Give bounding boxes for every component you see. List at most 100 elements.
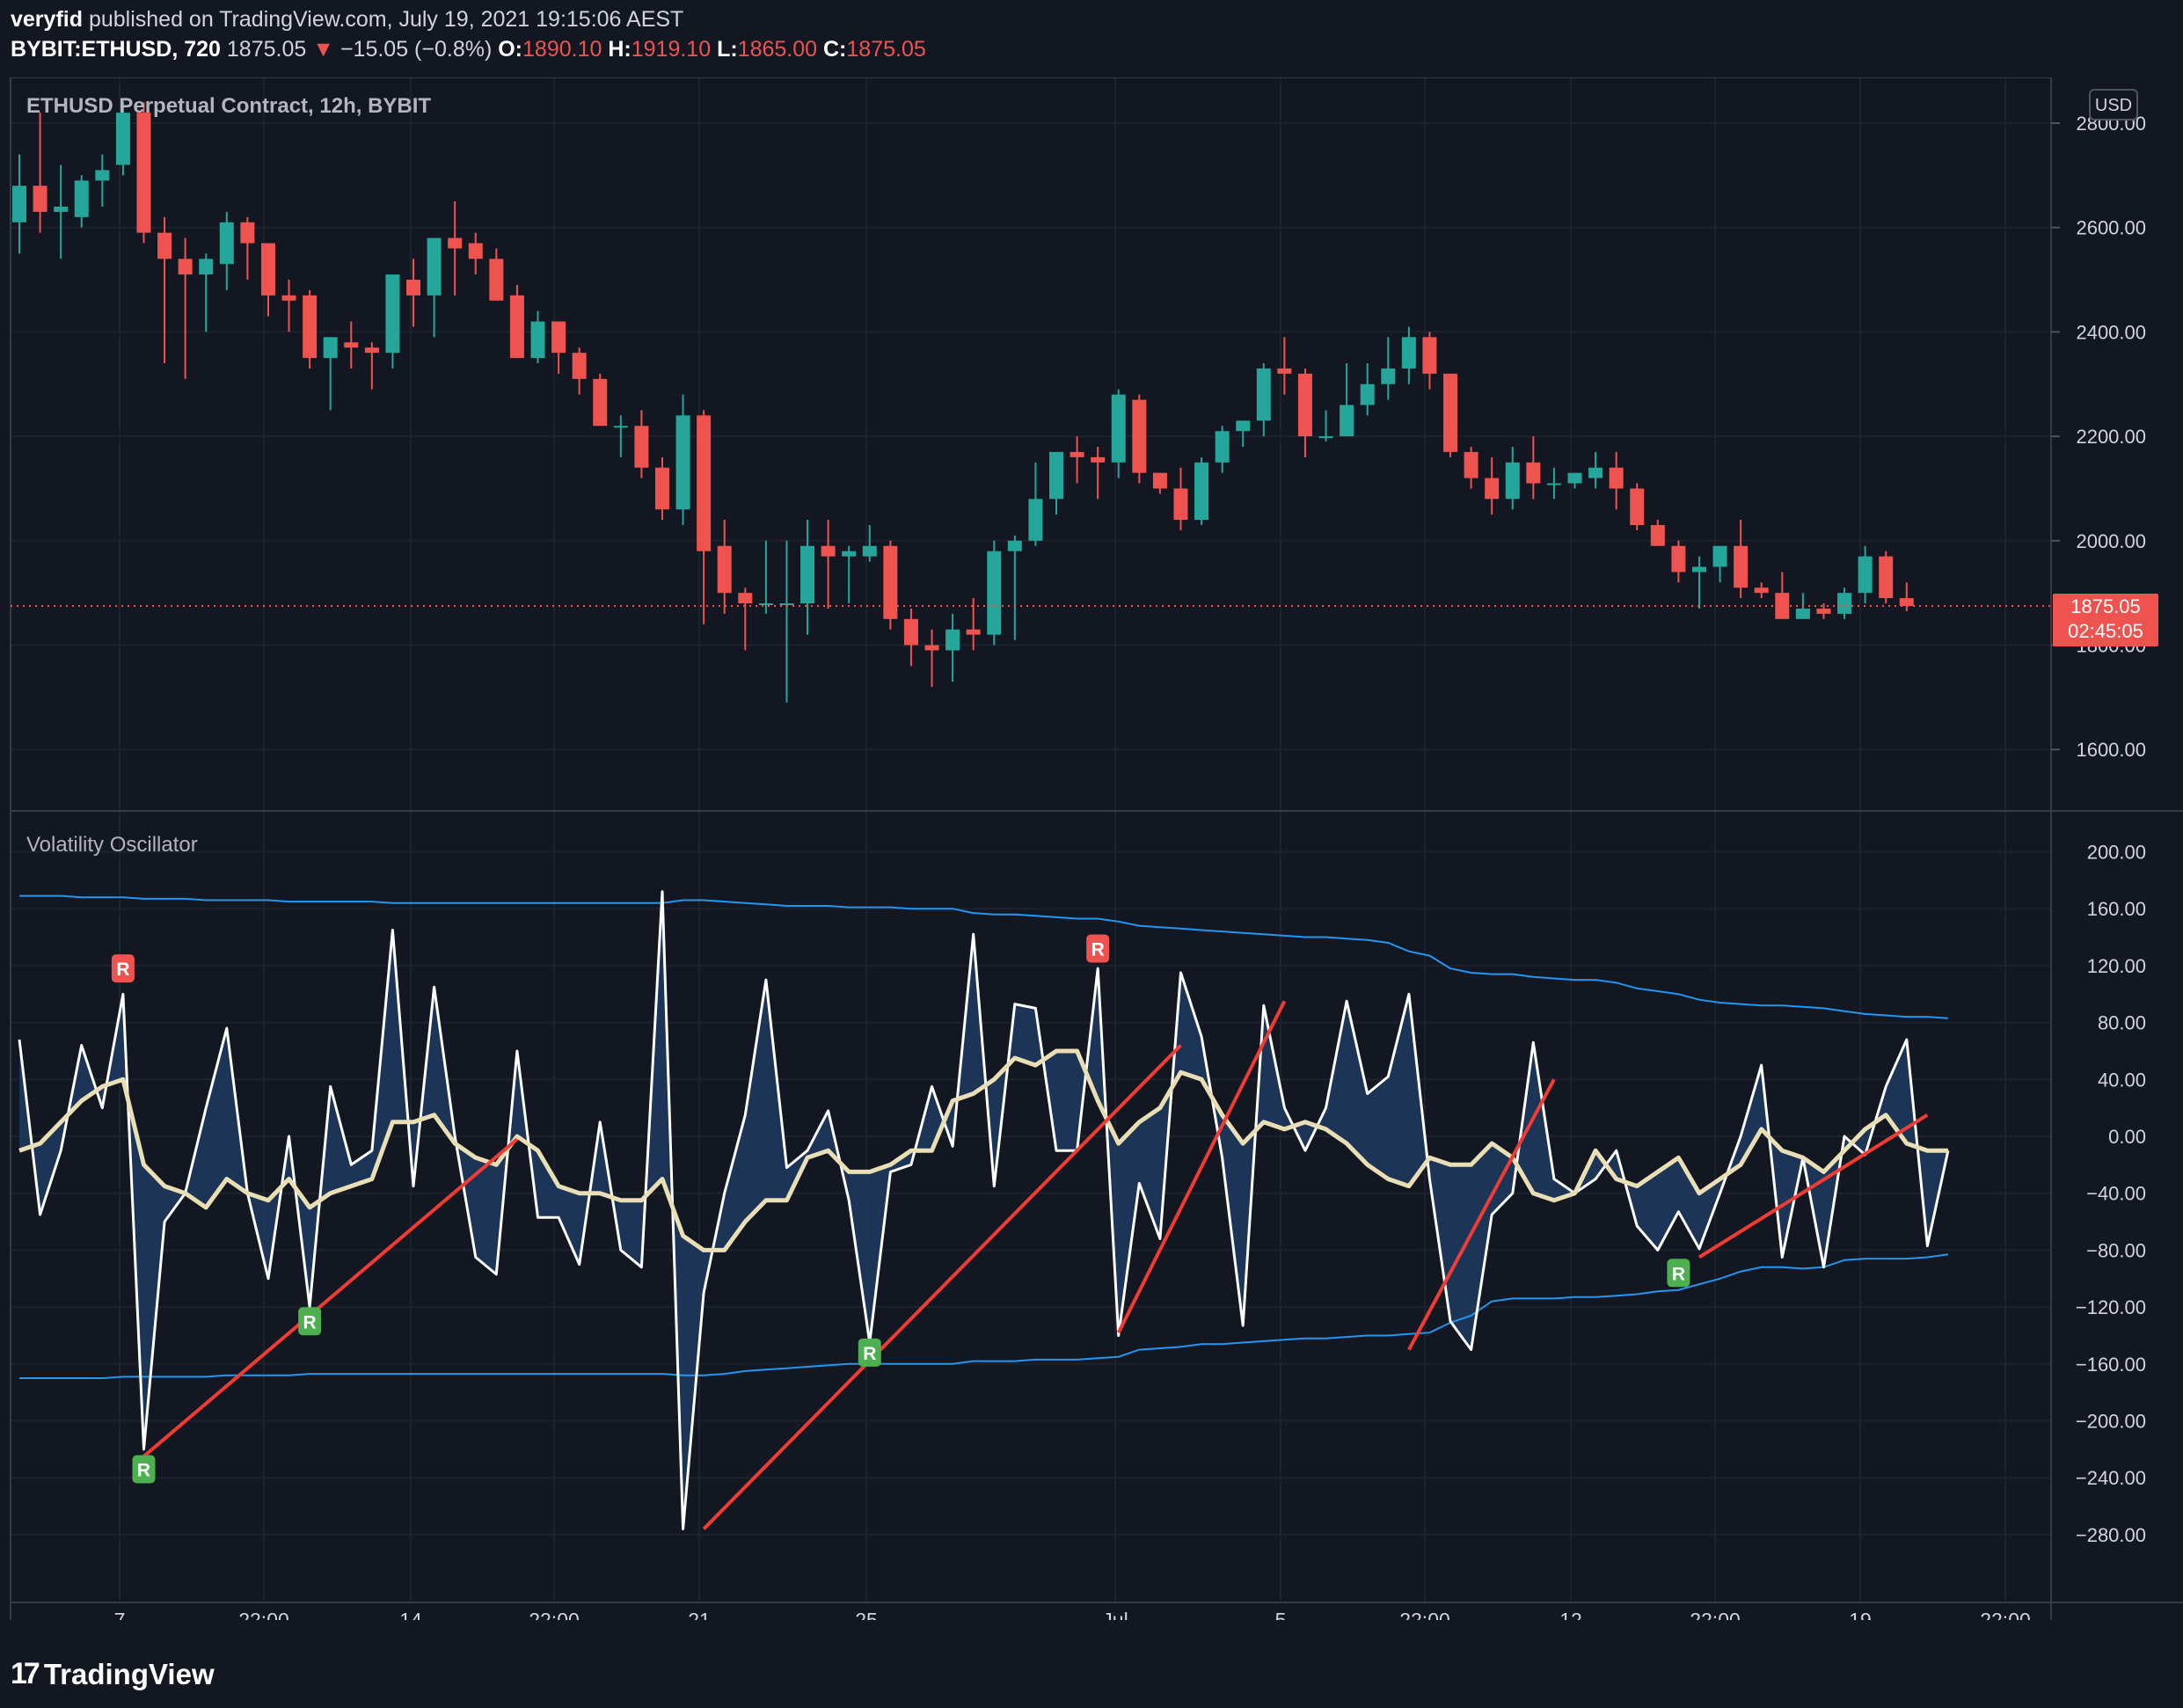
buy-signal-marker[interactable]: R xyxy=(298,1307,322,1336)
candle-body xyxy=(1381,368,1396,384)
time-tick-label: 19 xyxy=(1849,1609,1872,1620)
candle-body xyxy=(74,180,89,217)
time-tick-label: 14 xyxy=(399,1609,422,1620)
candle-body xyxy=(1070,451,1084,457)
candle-body xyxy=(862,545,877,557)
candle-body xyxy=(1775,593,1790,619)
candle-body xyxy=(1858,556,1873,594)
currency-label: USD xyxy=(2095,96,2132,115)
candle-body xyxy=(1194,462,1209,521)
candle-body xyxy=(593,378,608,427)
candle-body xyxy=(323,337,338,359)
price-pane-title: ETHUSD Perpetual Contract, 12h, BYBIT xyxy=(26,94,431,118)
candle-body xyxy=(95,170,110,181)
change-value: −15.05 (−0.8%) xyxy=(339,37,493,62)
candle-body xyxy=(697,415,712,551)
candle-body xyxy=(1256,368,1271,421)
candle-body xyxy=(136,113,151,233)
candle-body xyxy=(1837,593,1852,614)
candle xyxy=(883,540,898,630)
buy-signal-marker[interactable]: R xyxy=(858,1338,881,1367)
candle-body xyxy=(1277,368,1292,374)
candle-body xyxy=(1671,545,1686,573)
osc-tick-label: 120.00 xyxy=(2087,955,2146,977)
chart-header: veryfid published on TradingView.com, Ju… xyxy=(0,0,2183,77)
low-value: 1865.00 xyxy=(737,37,818,62)
marker-label: R xyxy=(863,1344,876,1364)
candle-body xyxy=(924,645,939,651)
candle-body xyxy=(1297,373,1312,437)
candle-body xyxy=(1712,545,1727,567)
chart-canvas[interactable]: 7 22:00 14 22:00 21 25 Jul 5 22:00 12 22:00 19 22:00… xyxy=(0,77,2183,1620)
price-tick-label: 2200.00 xyxy=(2076,426,2146,448)
candle-body xyxy=(260,243,275,296)
candle-body xyxy=(1111,394,1126,463)
candle-body xyxy=(1754,588,1769,594)
osc-tick-label: −40.00 xyxy=(2086,1183,2146,1205)
down-arrow-icon: ▼ xyxy=(312,37,334,62)
candle-body xyxy=(1630,488,1645,525)
brand-footer[interactable]: 17 TradingView xyxy=(11,1657,215,1691)
sell-signal-marker[interactable]: R xyxy=(1086,934,1110,963)
candle-body xyxy=(1691,566,1706,573)
candle-body xyxy=(1318,436,1333,439)
candle-body xyxy=(1007,540,1022,551)
time-tick-label: 25 xyxy=(855,1609,878,1620)
osc-tick-label: −200.00 xyxy=(2076,1411,2146,1433)
candle-body xyxy=(738,593,753,604)
candle-body xyxy=(1609,467,1624,489)
candle-body xyxy=(842,551,857,557)
candle-body xyxy=(1899,598,1914,606)
candle xyxy=(987,540,1002,646)
author[interactable]: veryfid xyxy=(11,7,83,32)
time-tick-label: 22:00 xyxy=(1690,1609,1741,1620)
candle-body xyxy=(157,232,172,259)
time-tick-label: 12 xyxy=(1559,1609,1582,1620)
candle xyxy=(303,289,318,369)
candle-body xyxy=(115,113,130,165)
candle-body xyxy=(364,347,379,354)
osc-tick-label: −120.00 xyxy=(2076,1296,2146,1318)
candle-body xyxy=(758,603,773,606)
candle-body xyxy=(613,426,628,428)
candle-body xyxy=(1236,420,1251,432)
candle xyxy=(1132,394,1147,484)
osc-tick-label: −280.00 xyxy=(2076,1524,2146,1546)
candle xyxy=(509,284,524,359)
candle-body xyxy=(1049,451,1063,500)
candle-body xyxy=(1795,608,1810,619)
candle-body xyxy=(1485,478,1500,500)
high-label: H: xyxy=(608,37,632,62)
marker-label: R xyxy=(116,960,129,980)
brand-name: TradingView xyxy=(43,1657,215,1690)
candle-body xyxy=(1588,467,1603,478)
candle xyxy=(1194,456,1209,525)
symbol-label[interactable]: BYBIT:ETHUSD, 720 xyxy=(11,37,221,62)
sell-signal-marker[interactable]: R xyxy=(111,954,135,983)
price-tick-label: 2400.00 xyxy=(2076,321,2146,343)
osc-tick-label: −80.00 xyxy=(2086,1239,2146,1261)
time-tick-label: 5 xyxy=(1275,1609,1287,1620)
candle-body xyxy=(240,222,255,244)
candle-body xyxy=(903,618,918,646)
price-tag-countdown: 02:45:05 xyxy=(2068,620,2143,642)
candle-body xyxy=(675,415,690,510)
osc-tick-label: 200.00 xyxy=(2087,842,2146,864)
last-price: 1875.05 xyxy=(226,37,307,62)
candle-body xyxy=(1443,373,1458,452)
buy-signal-marker[interactable]: R xyxy=(1667,1259,1690,1288)
candle-body xyxy=(717,545,732,594)
candle-body xyxy=(1091,456,1106,463)
close-label: C: xyxy=(823,37,847,62)
osc-tick-label: 40.00 xyxy=(2098,1069,2146,1091)
time-tick-label: Jul xyxy=(1102,1609,1128,1620)
candle-body xyxy=(779,603,794,606)
candle xyxy=(136,102,151,244)
candle-body xyxy=(448,237,463,249)
marker-label: R xyxy=(1092,939,1105,960)
buy-signal-marker[interactable]: R xyxy=(132,1455,156,1484)
candle-body xyxy=(54,206,69,212)
osc-tick-label: 80.00 xyxy=(2098,1012,2146,1034)
price-tick-label: 2000.00 xyxy=(2076,530,2146,552)
candle-body xyxy=(1132,399,1147,473)
